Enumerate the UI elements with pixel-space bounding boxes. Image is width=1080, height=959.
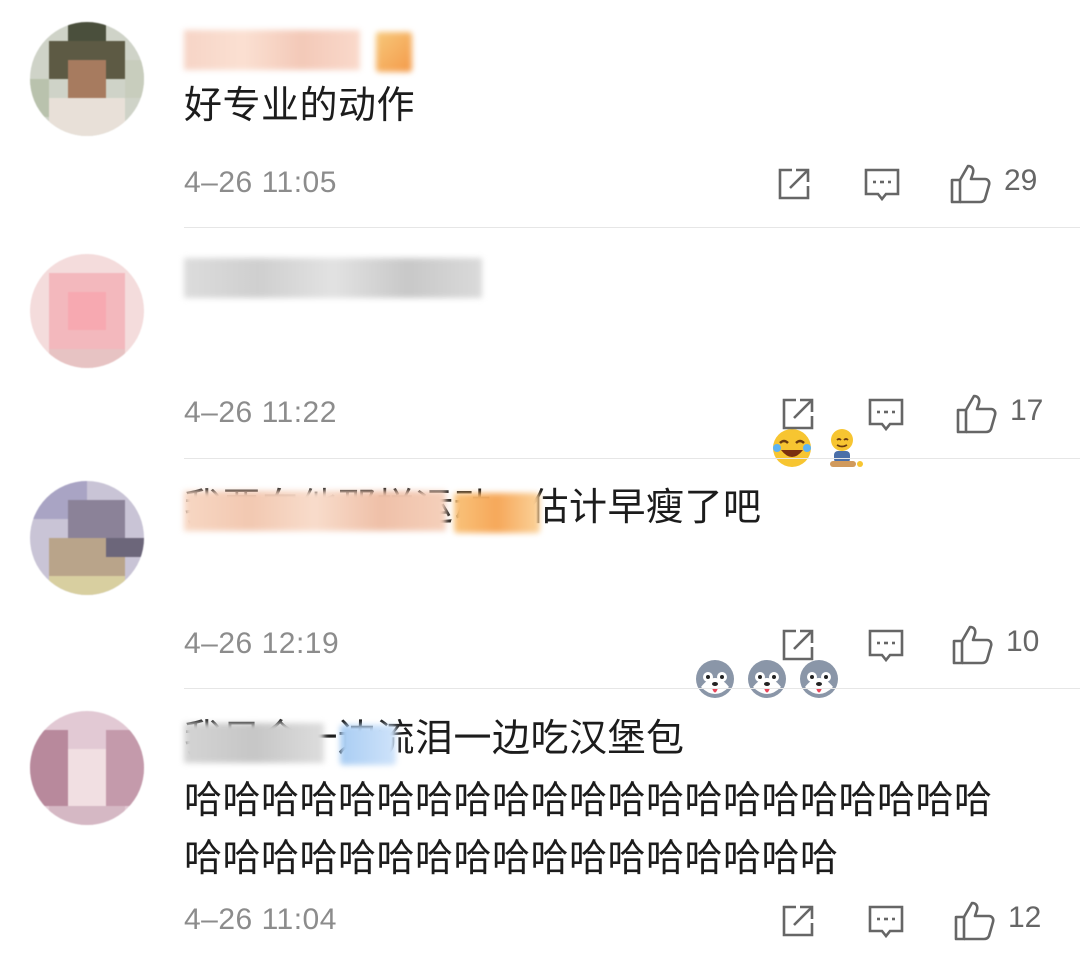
thumbs-up-icon[interactable] (954, 392, 998, 436)
like-count: 17 (1010, 394, 1044, 427)
laugh-cry-emoji (770, 310, 814, 467)
thumbs-up-icon[interactable] (950, 623, 994, 667)
comment-actions: 17 (0, 392, 1080, 436)
comment-actions: 10 (0, 623, 1080, 667)
username-blurred[interactable] (184, 491, 446, 531)
comment-actions: 29 (0, 162, 1080, 206)
thumbs-up-icon[interactable] (952, 899, 996, 943)
comment-text: 好专业的动作 (184, 83, 416, 127)
comment-actions: 12 (0, 899, 1080, 943)
comment-item: 我要向他那样运动，估计早瘦了吧 4–26 11:22 17 (0, 228, 1080, 529)
comment-icon[interactable] (860, 162, 904, 206)
husky-emoji (693, 541, 737, 698)
like-count: 10 (1006, 625, 1040, 658)
comment-item: 哈哈哈哈哈哈哈哈哈哈哈哈哈哈哈哈哈哈哈哈哈哈哈哈哈哈哈哈哈哈哈哈哈哈哈哈哈哈 4… (0, 689, 1080, 959)
repost-icon[interactable] (776, 899, 820, 943)
username-blurred[interactable] (184, 723, 324, 763)
husky-emoji (745, 541, 789, 698)
avatar[interactable] (30, 481, 144, 595)
comment-item: 我只会一边流泪一边吃汉堡包 4–26 12:19 10 (0, 459, 1080, 760)
user-badge (376, 32, 412, 72)
comment-item: 好专业的动作 4–26 11:05 29 (0, 0, 1080, 228)
sitting-figure-emoji (822, 310, 866, 467)
repost-icon[interactable] (772, 162, 816, 206)
like-count: 12 (1008, 901, 1042, 934)
user-badge (454, 493, 540, 533)
repost-icon[interactable] (776, 623, 820, 667)
comment-icon[interactable] (864, 899, 908, 943)
user-badge (340, 725, 396, 765)
repost-icon[interactable] (776, 392, 820, 436)
avatar[interactable] (30, 254, 144, 368)
comment-text: 哈哈哈哈哈哈哈哈哈哈哈哈哈哈哈哈哈哈哈哈哈哈哈哈哈哈哈哈哈哈哈哈哈哈哈哈哈哈 (184, 778, 993, 880)
username-blurred[interactable] (184, 258, 482, 298)
username-blurred[interactable] (184, 30, 360, 70)
avatar[interactable] (30, 711, 144, 825)
avatar[interactable] (30, 22, 144, 136)
comment-icon[interactable] (864, 392, 908, 436)
like-count: 29 (1004, 164, 1038, 197)
thumbs-up-icon[interactable] (948, 162, 992, 206)
husky-emoji (797, 541, 841, 698)
comment-icon[interactable] (864, 623, 908, 667)
